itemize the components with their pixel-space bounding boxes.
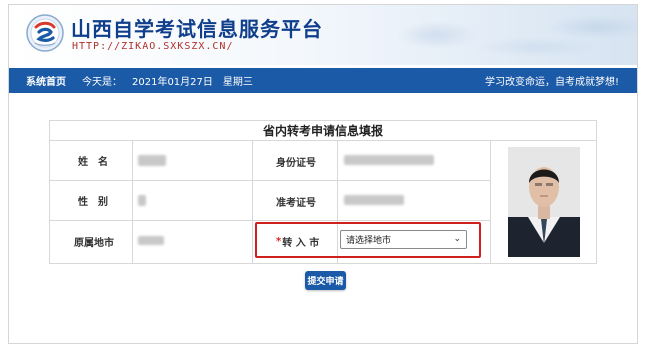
site-url[interactable]: HTTP://ZIKAO.SXKSZX.CN/ (72, 41, 233, 52)
grid-divider (252, 141, 253, 263)
transfer-city-select[interactable]: 请选择地市 ⌄ (340, 230, 467, 249)
site-header: 山西自学考试信息服务平台 HTTP://ZIKAO.SXKSZX.CN/ (9, 5, 637, 65)
id-number-label: 身份证号 (276, 158, 316, 169)
form-grid: 姓 名 身份证号 性 别 准考证号 原属地市 * 转 入 市 请选择地市 ⌄ (50, 141, 596, 263)
exam-ticket-value-blurred (344, 195, 404, 205)
site-title: 山西自学考试信息服务平台 (71, 17, 323, 41)
today-info: 今天是： 2021年01月27日 星期三 (82, 73, 263, 88)
name-value-blurred (138, 155, 166, 166)
origin-city-value-blurred (138, 236, 164, 245)
exam-ticket-label: 准考证号 (276, 198, 316, 209)
page-frame: 山西自学考试信息服务平台 HTTP://ZIKAO.SXKSZX.CN/ 系统首… (8, 4, 638, 344)
today-weekday: 星期三 (222, 77, 253, 88)
top-nav-bar: 系统首页 今天是： 2021年01月27日 星期三 学习改变命运，自考成就梦想! (9, 68, 637, 93)
origin-city-label: 原属地市 (74, 238, 114, 249)
applicant-photo-image (508, 147, 580, 257)
nav-slogan: 学习改变命运，自考成就梦想! (484, 77, 619, 88)
grid-divider (50, 180, 490, 181)
transfer-city-selected: 请选择地市 (346, 236, 392, 246)
gender-value-blurred (138, 195, 146, 206)
grid-divider (132, 141, 133, 263)
submit-application-button[interactable]: 提交申请 (305, 271, 346, 290)
today-prefix: 今天是： (82, 77, 122, 88)
id-number-value-blurred (344, 155, 434, 165)
form-title: 省内转考申请信息填报 (50, 121, 596, 141)
chevron-down-icon: ⌄ (453, 234, 461, 244)
applicant-photo (508, 147, 580, 257)
exam-logo-icon (26, 14, 64, 52)
transfer-form-panel: 省内转考申请信息填报 姓 名 身份证号 性 别 准考证号 原属地市 * 转 入 市 (49, 120, 597, 264)
gender-label: 性 别 (78, 197, 108, 208)
today-date: 2021年01月27日 (132, 77, 213, 88)
grid-divider (50, 220, 490, 221)
nav-home-link[interactable]: 系统首页 (26, 73, 66, 88)
header-decoration (377, 5, 637, 65)
name-label: 姓 名 (78, 157, 108, 168)
grid-divider (490, 141, 491, 263)
